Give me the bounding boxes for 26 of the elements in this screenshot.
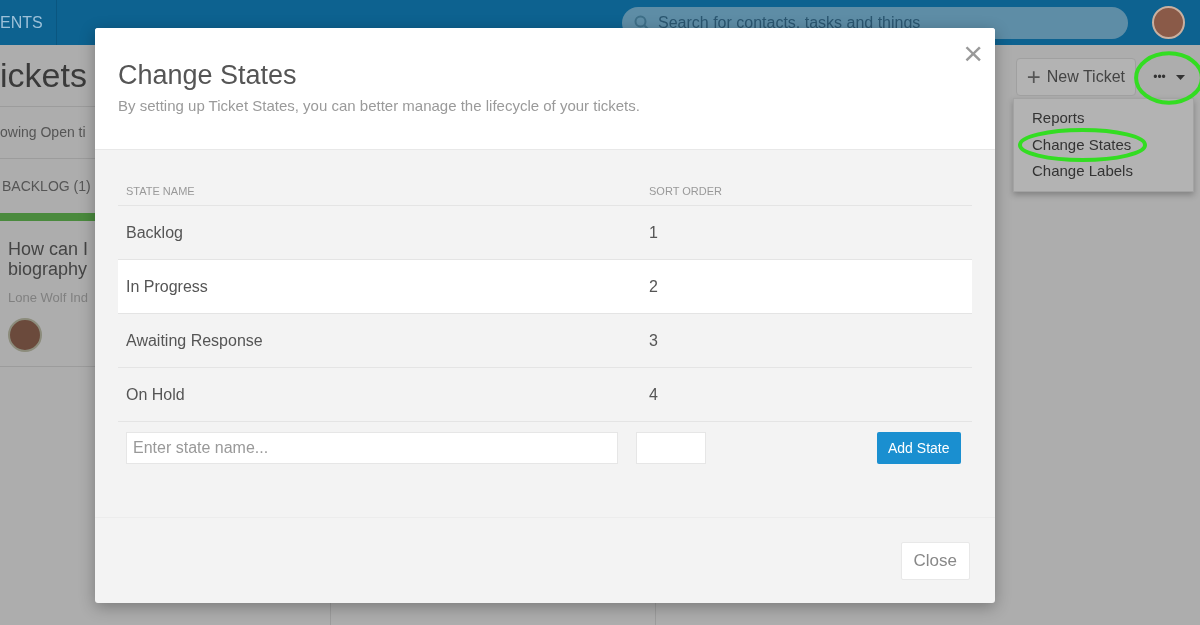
state-row[interactable]: In Progress 2	[118, 260, 972, 314]
sort-order: 1	[649, 223, 658, 241]
menu-item[interactable]: Change States	[1014, 131, 1193, 158]
nav-item[interactable]: ENTS	[0, 0, 57, 45]
sort-order: 3	[649, 331, 658, 349]
caret-icon	[1175, 74, 1185, 80]
close-button[interactable]: Close	[900, 541, 970, 580]
menu-item[interactable]: Reports	[1014, 105, 1193, 132]
assignee-avatar	[8, 317, 42, 352]
search-icon	[634, 14, 650, 31]
sort-order: 4	[649, 385, 658, 403]
menu-item[interactable]: Change Labels	[1014, 158, 1193, 185]
dialog-title: Change States	[118, 59, 298, 91]
column-header: SORT ORDER	[649, 185, 722, 198]
state-name-field[interactable]: Enter state name...	[126, 432, 618, 464]
ticket-title: How can I biography	[8, 239, 90, 279]
state-name: On Hold	[126, 385, 185, 403]
state-name: Backlog	[126, 223, 183, 241]
state-name: In Progress	[126, 277, 208, 295]
add-state-button[interactable]: Add State	[877, 432, 961, 464]
avatar[interactable]	[1152, 6, 1185, 39]
new-ticket-button[interactable]: + New Ticket	[1015, 58, 1136, 96]
sort-order: 2	[649, 277, 658, 295]
column-header: STATE NAME	[126, 185, 195, 198]
sort-order-field[interactable]	[636, 432, 706, 464]
state-name: Awaiting Response	[126, 331, 263, 349]
